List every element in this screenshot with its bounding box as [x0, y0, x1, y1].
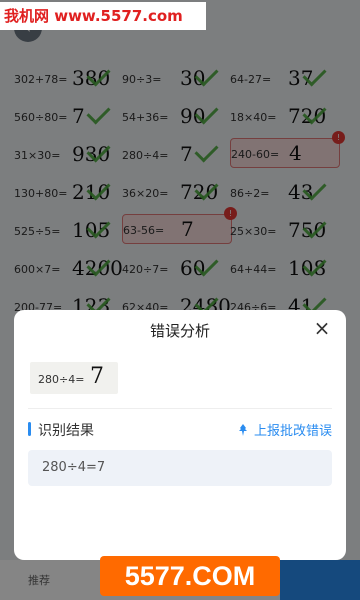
watermark-bottom: 5577.COM	[100, 556, 280, 596]
divider	[28, 408, 332, 409]
dialog-title: 错误分析	[149, 322, 210, 340]
close-icon[interactable]: ×	[312, 318, 332, 338]
crop-answer-text: 7	[90, 364, 104, 389]
report-error-link[interactable]: 上报批改错误	[236, 420, 332, 439]
section-title-recognition: 识别结果	[38, 423, 94, 439]
error-analysis-dialog: 错误分析 × 280÷4= 7 识别结果 上报批改错误 280÷4=7	[14, 310, 346, 560]
watermark-top: 我机网 www.5577.com	[0, 2, 206, 30]
crop-question-text: 280÷4=	[38, 373, 85, 386]
report-error-label: 上报批改错误	[253, 424, 332, 439]
question-crop-image: 280÷4= 7	[30, 362, 118, 394]
recognition-result-box: 280÷4=7	[28, 450, 332, 486]
section-accent-bar	[28, 422, 31, 436]
pin-icon	[238, 423, 247, 436]
recognition-result-text: 280÷4=7	[42, 460, 106, 475]
